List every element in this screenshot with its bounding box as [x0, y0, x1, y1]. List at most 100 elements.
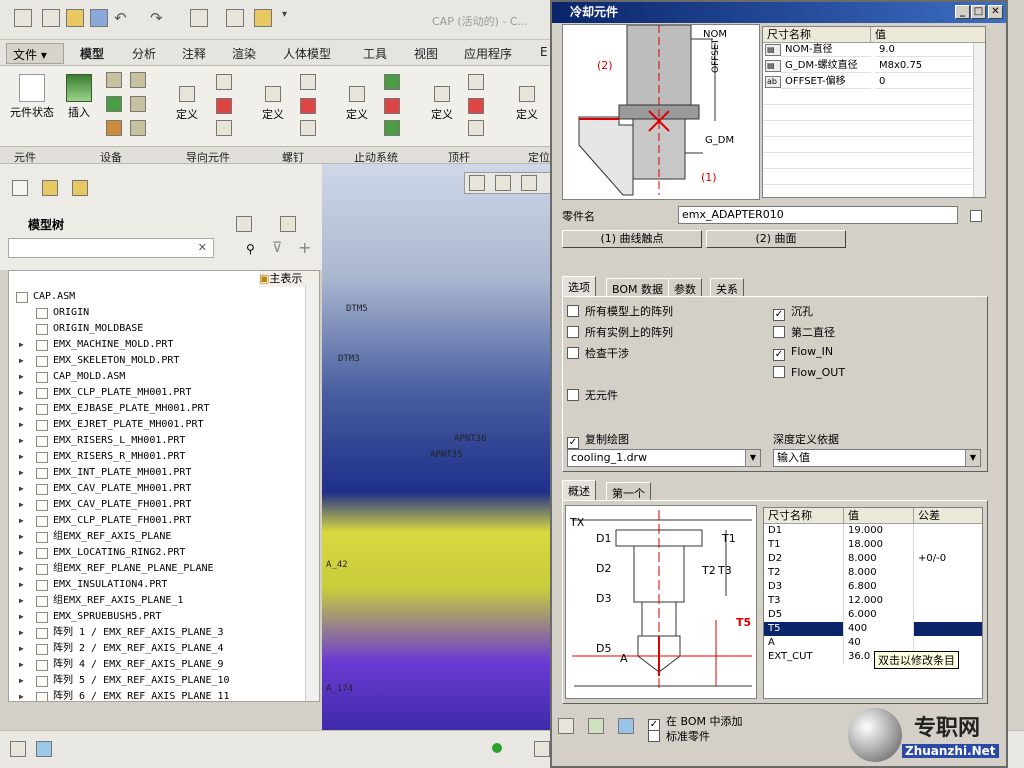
expand-arrow-icon[interactable]: ▶	[19, 385, 24, 401]
add-icon[interactable]: +	[298, 238, 311, 257]
windows-icon[interactable]	[226, 9, 244, 27]
tab-overview[interactable]: 概述	[562, 480, 596, 500]
expand-arrow-icon[interactable]: ▶	[19, 545, 24, 561]
tab-model[interactable]: 模型	[80, 45, 104, 62]
group-ejector[interactable]: 顶杆	[448, 149, 470, 165]
tree-item[interactable]: ▶ EMX_RISERS_R_MH001.PRT	[9, 449, 299, 465]
param-value-cell[interactable]: 9.0	[875, 43, 975, 57]
navigator-toggle-icon[interactable]	[10, 741, 26, 757]
dimension-row[interactable]: D1 19.000	[764, 524, 982, 538]
delete-icon[interactable]	[216, 98, 232, 114]
expand-arrow-icon[interactable]: ▶	[19, 529, 24, 545]
tree-item[interactable]: ▶ 阵列 6 / EMX_REF_AXIS_PLANE_11	[9, 689, 299, 701]
dimension-row[interactable]: D5 6.000	[764, 608, 982, 622]
bolt-icon[interactable]	[130, 120, 146, 136]
regenerate-icon[interactable]	[190, 9, 208, 27]
tree-item[interactable]: ▶ EMX_CAV_PLATE_MH001.PRT	[9, 481, 299, 497]
option-checkbox[interactable]: 所有实例上的阵列	[567, 324, 673, 340]
model-tree-tab-icon[interactable]	[12, 180, 28, 196]
part-name-input[interactable]: emx_ADAPTER010	[678, 206, 958, 224]
minimize-icon[interactable]: _	[955, 5, 970, 19]
screw-icon[interactable]	[130, 72, 146, 88]
tab-applications[interactable]: 应用程序	[464, 45, 512, 62]
settings-icon[interactable]	[236, 216, 252, 232]
tab-analysis[interactable]: 分析	[132, 45, 156, 62]
param-value-cell[interactable]: 0	[875, 75, 975, 89]
tab-render[interactable]: 渲染	[232, 45, 256, 62]
dimension-row[interactable]: T3 12.000	[764, 594, 982, 608]
stop-define-button[interactable]: 定义	[340, 86, 374, 122]
dimension-row[interactable]: T2 8.000	[764, 566, 982, 580]
dimension-row[interactable]: D3 6.800	[764, 580, 982, 594]
expand-arrow-icon[interactable]: ▶	[19, 673, 24, 689]
drawing-select[interactable]: cooling_1.drw ▼	[567, 449, 761, 467]
screw-icon[interactable]	[300, 74, 316, 90]
tree-item[interactable]: ORIGIN_MOLDBASE	[9, 321, 299, 337]
option-checkbox[interactable]: 检查干涉	[567, 345, 629, 361]
preview-icon[interactable]	[558, 718, 574, 734]
tab-bom[interactable]: BOM 数据	[606, 278, 669, 296]
zoom-out-icon[interactable]	[521, 175, 537, 191]
favorites-tab-icon[interactable]	[72, 180, 88, 196]
tree-item[interactable]: ▶ EMX_LOCATING_RING2.PRT	[9, 545, 299, 561]
tab-manikin[interactable]: 人体模型	[283, 45, 331, 62]
checkbox-box[interactable]	[773, 366, 785, 378]
copy-drawing-checkbox[interactable]: ✓ 复制绘图	[567, 431, 629, 449]
screw-icon[interactable]	[106, 72, 122, 88]
checkbox-box[interactable]: ✓	[773, 349, 785, 361]
model-tree[interactable]: ▣主表示 CAP.ASM ORIGIN ORIGIN_MOLDBASE ▶ EMX_MA…	[8, 270, 320, 702]
group-screw[interactable]: 螺钉	[282, 149, 304, 165]
checkbox-box[interactable]	[567, 305, 579, 317]
tree-item[interactable]: ▶ 阵列 1 / EMX_REF_AXIS_PLANE_3	[9, 625, 299, 641]
redo-icon[interactable]: ↷	[150, 9, 168, 27]
group-component[interactable]: 元件	[14, 149, 36, 165]
tree-item[interactable]: ORIGIN	[9, 305, 299, 321]
plate-icon[interactable]	[106, 96, 122, 112]
tree-item[interactable]: CAP.ASM	[9, 289, 299, 305]
tree-item[interactable]: ▶ EMX_CAV_PLATE_FH001.PRT	[9, 497, 299, 513]
tab-emx[interactable]: E	[540, 45, 548, 59]
delete-icon[interactable]	[384, 98, 400, 114]
dimension-row[interactable]: A 40	[764, 636, 982, 650]
selection-filter-icon[interactable]	[534, 741, 550, 757]
expand-arrow-icon[interactable]: ▶	[19, 641, 24, 657]
expand-arrow-icon[interactable]: ▶	[19, 417, 24, 433]
filter-icon[interactable]: ⊽	[272, 240, 282, 256]
graphics-viewport[interactable]: DTM5 DTM3 APNT36 APNT35 A_42 A_174	[322, 164, 554, 730]
param-scrollbar[interactable]	[973, 43, 985, 197]
chevron-down-icon[interactable]: ▼	[745, 450, 760, 466]
tree-item[interactable]: ▶ 组EMX_REF_PLANE_PLANE_PLANE	[9, 561, 299, 577]
insert-button[interactable]: 插入	[62, 74, 96, 120]
tab-params[interactable]: 参数	[668, 278, 702, 296]
footer-checkbox[interactable]: 标准零件	[648, 728, 710, 744]
group-locate[interactable]: 定位	[528, 149, 550, 165]
screw-define-button[interactable]: 定义	[256, 86, 290, 122]
save-icon[interactable]	[618, 718, 634, 734]
find-icon[interactable]: ⚲	[246, 242, 255, 256]
dimension-row[interactable]: T5 400	[764, 622, 982, 636]
expand-arrow-icon[interactable]: ▶	[19, 689, 24, 701]
group-equipment[interactable]: 设备	[100, 149, 122, 165]
ejector-pin-icon[interactable]	[468, 74, 484, 90]
browser-toggle-icon[interactable]	[36, 741, 52, 757]
tree-item[interactable]: ▶ 阵列 4 / EMX_REF_AXIS_PLANE_9	[9, 657, 299, 673]
parameter-table[interactable]: 尺寸名称 值 ▤ NOM-直径 9.0 ▤ G_DM-螺纹直径 M8x0.75 ab OFFS…	[762, 26, 986, 198]
delete-icon[interactable]	[468, 98, 484, 114]
tab-first[interactable]: 第一个	[606, 482, 651, 500]
tab-file[interactable]: 文件 ▾	[6, 43, 64, 64]
expand-arrow-icon[interactable]: ▶	[19, 497, 24, 513]
expand-arrow-icon[interactable]: ▶	[19, 353, 24, 369]
undo-icon[interactable]: ↶	[114, 9, 132, 27]
part-name-checkbox[interactable]	[970, 210, 982, 222]
guide-define-button[interactable]: 定义	[170, 86, 204, 122]
zoom-in-icon[interactable]	[495, 175, 511, 191]
group-stop[interactable]: 止动系统	[354, 149, 398, 165]
expand-arrow-icon[interactable]: ▶	[19, 401, 24, 417]
dim-value-cell[interactable]: 12.000	[844, 594, 914, 608]
pin-icon[interactable]	[216, 120, 232, 136]
expand-arrow-icon[interactable]: ▶	[19, 369, 24, 385]
save-icon[interactable]	[90, 9, 108, 27]
checkbox-box[interactable]	[567, 347, 579, 359]
curve-contact-button[interactable]: (1) 曲线触点	[562, 230, 702, 248]
option-checkbox[interactable]: 无元件	[567, 387, 618, 403]
